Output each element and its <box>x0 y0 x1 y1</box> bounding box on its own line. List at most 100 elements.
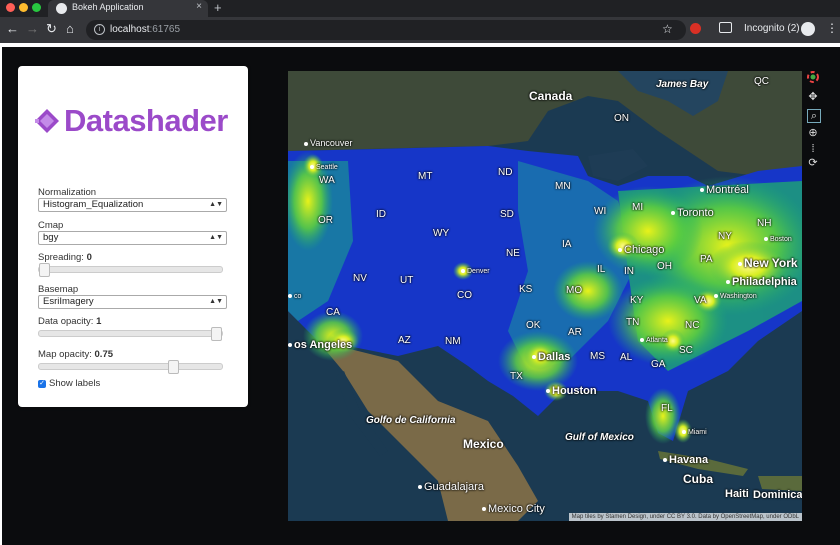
normalization-select[interactable]: Histogram_Equalization ▲▼ <box>38 198 227 212</box>
incognito-icon[interactable] <box>801 22 815 36</box>
label-va: VA <box>694 295 707 306</box>
browser-toolbar: ← → ↻ ⌂ i localhost:61765 ☆ Incognito (2… <box>0 17 840 43</box>
label-haiti: Haiti <box>725 488 749 500</box>
label-canada: Canada <box>529 89 573 103</box>
spreading-slider-handle[interactable] <box>39 263 50 277</box>
map-opacity-slider-handle[interactable] <box>168 360 179 374</box>
label-mt: MT <box>418 171 433 182</box>
label-toronto: Toronto <box>671 207 714 219</box>
label-havana: Havana <box>663 454 708 466</box>
minimize-window-icon[interactable] <box>19 3 28 12</box>
label-sc: SC <box>679 345 693 356</box>
chevron-updown-icon: ▲▼ <box>209 298 223 305</box>
extension-icon[interactable] <box>690 23 701 34</box>
basemap-label: Basemap <box>38 284 79 295</box>
map-opacity-slider[interactable] <box>38 360 223 374</box>
tab-close-button[interactable]: × <box>196 1 202 12</box>
spreading-label-text: Spreading: <box>38 252 84 263</box>
maximize-window-icon[interactable] <box>32 3 41 12</box>
spreading-label: Spreading: 0 <box>38 252 92 263</box>
cmap-select[interactable]: bgy ▲▼ <box>38 231 227 245</box>
box-zoom-icon[interactable]: ⌕ <box>807 109 821 123</box>
close-window-icon[interactable] <box>6 3 15 12</box>
browser-tab[interactable]: Bokeh Application × <box>48 0 208 17</box>
label-pa: PA <box>700 254 713 265</box>
label-ut: UT <box>400 275 414 286</box>
data-opacity-label-text: Data opacity: <box>38 316 94 327</box>
data-opacity-slider[interactable] <box>38 327 223 341</box>
home-button[interactable]: ⌂ <box>66 22 74 36</box>
label-mexico-city: Mexico City <box>482 503 545 515</box>
back-button[interactable]: ← <box>6 22 19 36</box>
label-nm: NM <box>445 336 461 347</box>
spreading-value: 0 <box>86 252 92 263</box>
label-mi: MI <box>632 202 644 213</box>
label-atlanta: Atlanta <box>640 337 668 344</box>
basemap-value: EsriImagery <box>43 296 94 307</box>
cmap-label: Cmap <box>38 220 64 231</box>
data-opacity-slider-handle[interactable] <box>211 327 222 341</box>
label-on: ON <box>614 113 629 124</box>
map-plot[interactable]: Canada James Bay QC ON Vancouver Seattle… <box>288 71 802 521</box>
map-opacity-label: Map opacity: 0.75 <box>38 349 113 360</box>
label-gulf-of-mexico: Gulf of Mexico <box>565 432 634 443</box>
cmap-value: bgy <box>43 232 59 243</box>
label-az: AZ <box>398 335 411 346</box>
label-tx: TX <box>510 371 523 382</box>
label-nd: ND <box>498 167 513 178</box>
label-vancouver: Vancouver <box>304 138 352 148</box>
new-tab-button[interactable]: + <box>214 0 222 15</box>
chevron-updown-icon: ▲▼ <box>209 234 223 241</box>
label-boston: Boston <box>764 236 792 243</box>
label-ga: GA <box>651 359 666 370</box>
bokeh-logo-icon[interactable] <box>807 71 819 83</box>
normalization-value: Histogram_Equalization <box>43 199 144 210</box>
show-labels-label: Show labels <box>49 378 101 389</box>
basemap-select[interactable]: EsriImagery ▲▼ <box>38 295 227 309</box>
label-montreal: Montréal <box>700 184 749 196</box>
label-miami: Miami <box>682 429 707 436</box>
label-fl: FL <box>661 403 673 414</box>
cast-icon[interactable] <box>719 22 732 33</box>
label-wa: WA <box>319 175 335 186</box>
label-chicago: Chicago <box>618 244 664 256</box>
hover-icon[interactable]: ⁞ <box>807 143 819 155</box>
url-port: :61765 <box>149 24 181 35</box>
forward-button[interactable]: → <box>26 22 39 36</box>
tab-favicon-icon <box>56 3 67 14</box>
label-nh: NH <box>757 218 772 229</box>
map-opacity-value: 0.75 <box>94 349 114 360</box>
browser-menu-button[interactable]: ⋮ <box>826 21 838 35</box>
reset-icon[interactable]: ⟳ <box>807 157 819 169</box>
label-ny: NY <box>718 231 732 242</box>
label-nv: NV <box>353 273 367 284</box>
label-mexico: Mexico <box>463 437 504 451</box>
label-cuba: Cuba <box>683 472 713 486</box>
tab-title: Bokeh Application <box>72 2 144 12</box>
label-oh: OH <box>657 261 672 272</box>
map-attribution: Map tiles by Stamen Design, under CC BY … <box>568 513 802 521</box>
label-ms: MS <box>590 351 605 362</box>
url-host: localhost <box>110 24 150 35</box>
pan-icon[interactable]: ✥ <box>807 91 819 103</box>
data-opacity-label: Data opacity: 1 <box>38 316 101 327</box>
label-qc: QC <box>754 76 769 87</box>
label-sf-fragment: co <box>288 293 301 300</box>
info-icon[interactable]: i <box>94 24 105 35</box>
spreading-slider[interactable] <box>38 263 223 277</box>
incognito-label[interactable]: Incognito (2) <box>744 23 800 34</box>
label-ok: OK <box>526 320 541 331</box>
label-wy: WY <box>433 228 450 239</box>
label-ne: NE <box>506 248 520 259</box>
show-labels-checkbox[interactable]: ✓ <box>38 380 46 388</box>
label-new-york: New York <box>738 256 798 270</box>
label-ky: KY <box>630 295 644 306</box>
datashader-logo-icon <box>35 109 59 133</box>
reload-button[interactable]: ↻ <box>46 22 57 36</box>
bookmark-star-icon[interactable]: ☆ <box>662 22 673 36</box>
wheel-zoom-icon[interactable]: ⊕ <box>807 127 819 139</box>
data-opacity-value: 1 <box>96 316 102 327</box>
address-bar[interactable]: i localhost:61765 ☆ <box>86 20 686 40</box>
label-tn: TN <box>626 317 640 328</box>
label-seattle: Seattle <box>310 164 338 171</box>
